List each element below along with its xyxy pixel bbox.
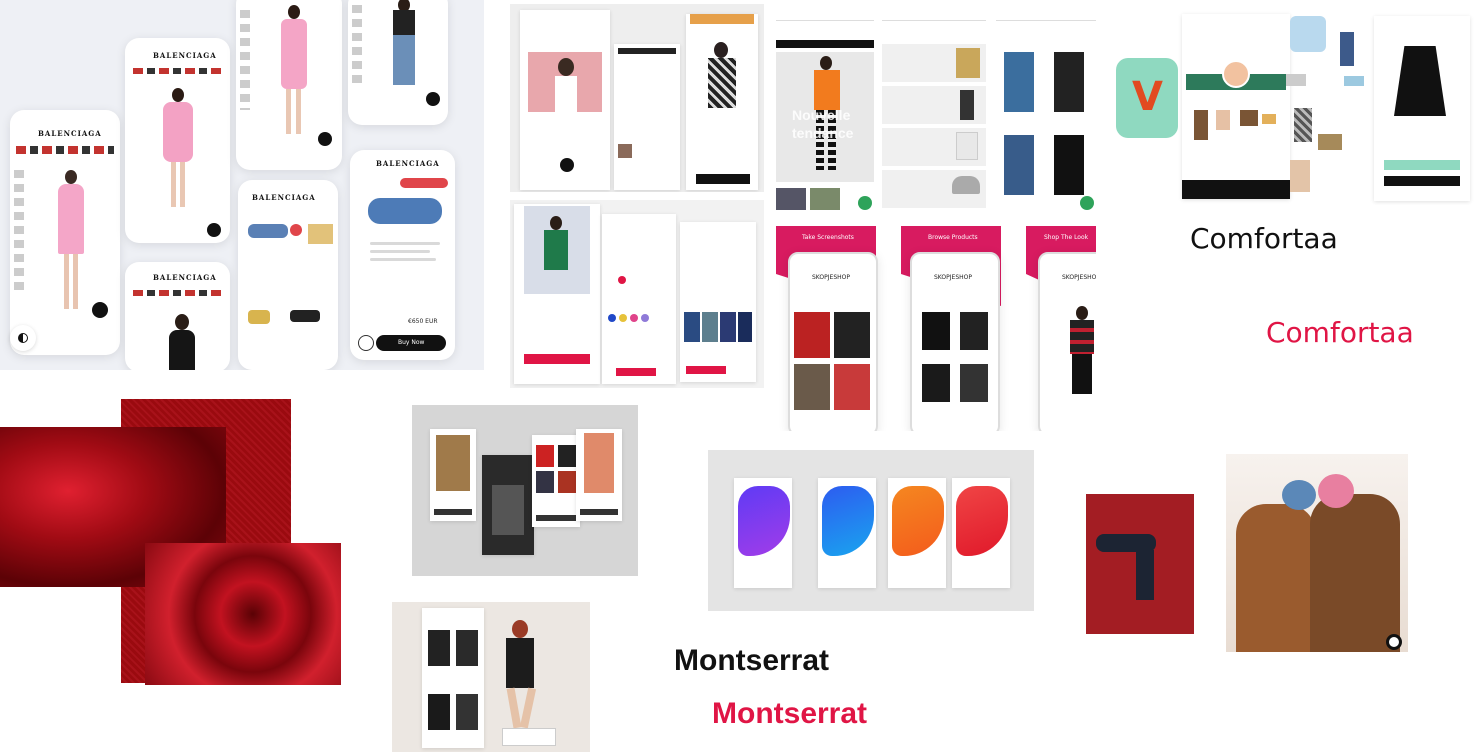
contrast-icon[interactable] (10, 325, 36, 351)
brand-label: SKOPJESHOP (934, 274, 972, 281)
header-browse-products: Browse Products (928, 234, 978, 241)
arrow-right-icon[interactable] (207, 223, 221, 237)
balenciaga-phone-2: BALENCIAGA (125, 38, 230, 243)
skopjeshop-phone-1: SKOPJESHOP (788, 252, 878, 431)
font-sample-montserrat-dark: Montserrat (674, 644, 830, 677)
gradient-cards-tile (708, 450, 1034, 611)
font-sample-montserrat-red: Montserrat (712, 697, 868, 730)
sunglasses-product (368, 198, 442, 224)
redwhite-app-tile-top (510, 4, 764, 192)
model-figure (56, 170, 86, 320)
font-sample-comfortaa-red: Comfortaa (1266, 316, 1414, 349)
arrow-right-icon[interactable] (426, 92, 440, 106)
glove-couple-tile (1056, 446, 1410, 654)
balenciaga-phone-3: BALENCIAGA (125, 262, 230, 370)
balenciaga-product-phone: BALENCIAGA €650 EUR Buy Now (350, 150, 455, 360)
v-app-icon: V (1116, 58, 1178, 138)
brand-label: SKOPJESHOP (812, 274, 850, 281)
price-label: €650 EUR (408, 318, 438, 325)
header-take-screenshots: Take Screenshots (802, 234, 854, 241)
skopjeshop-tile: Take Screenshots Browse Products Shop Th… (776, 226, 1096, 431)
arrow-right-icon[interactable] (318, 132, 332, 146)
dark-app-mockup-tile (412, 405, 638, 576)
balenciaga-phone-4 (236, 0, 342, 170)
brand-label: BALENCIAGA (153, 51, 217, 60)
balenciaga-phone-5 (348, 0, 448, 125)
chat-icon[interactable] (858, 196, 872, 210)
buy-now-label: Buy Now (398, 339, 425, 346)
arrow-right-icon[interactable] (92, 302, 108, 318)
brand-label: SKOPJESHOP (1062, 274, 1096, 281)
redwhite-app-tile-bottom (510, 200, 764, 388)
skopjeshop-phone-2: SKOPJESHOP (910, 252, 1000, 431)
add-icon[interactable] (290, 224, 302, 236)
balenciaga-mockup-tile: BALENCIAGA BALENCIAGA BALENCIAGA BALENCI… (0, 0, 484, 370)
hero-text: Nouvelle tendance (792, 107, 854, 141)
balenciaga-cart-phone: BALENCIAGA (238, 180, 338, 370)
skopjeshop-phone-3: SKOPJESHOP (1038, 252, 1096, 431)
victoria-app-tile: V (1112, 10, 1474, 205)
brand-label: BALENCIAGA (376, 159, 440, 168)
mannequin-app-tile (392, 602, 590, 752)
circle-icon[interactable] (1386, 634, 1402, 650)
model-figure-pink (163, 88, 193, 218)
brand-label: BALENCIAGA (252, 193, 316, 202)
velvet-swatch-swirl (145, 543, 341, 685)
brand-label: BALENCIAGA (38, 129, 102, 138)
header-shop-the-look: Shop The Look (1044, 234, 1089, 241)
font-sample-comfortaa-dark: Comfortaa (1190, 222, 1338, 255)
chat-icon[interactable] (1080, 196, 1094, 210)
nouvelle-tendance-tile: Nouvelle tendance (770, 0, 1100, 215)
brand-label: BALENCIAGA (153, 273, 217, 282)
balenciaga-phone-1: BALENCIAGA (10, 110, 120, 355)
buy-now-button[interactable]: Buy Now (376, 335, 446, 351)
